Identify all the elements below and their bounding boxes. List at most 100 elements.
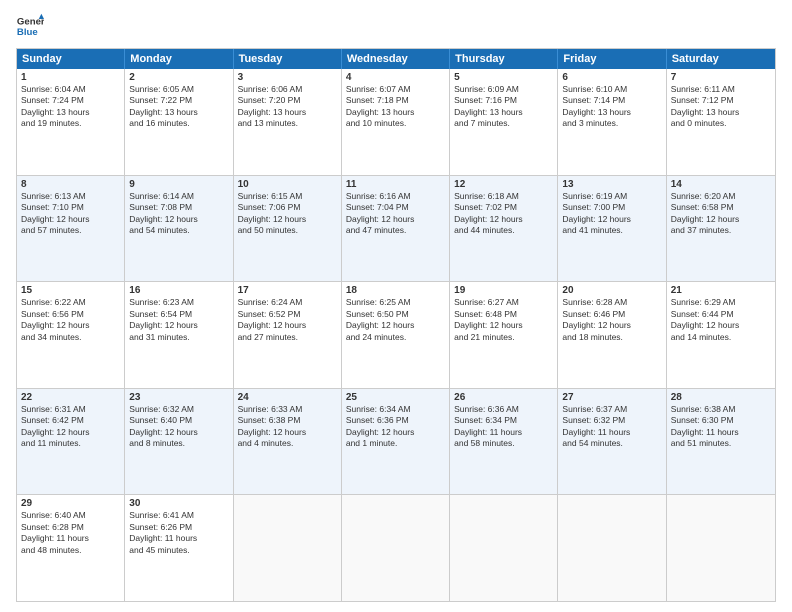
calendar-row-5: 29Sunrise: 6:40 AMSunset: 6:28 PMDayligh… (17, 494, 775, 601)
day-number: 3 (238, 72, 337, 83)
cell-info-line: Sunset: 6:58 PM (671, 202, 771, 213)
day-cell-13: 13Sunrise: 6:19 AMSunset: 7:00 PMDayligh… (558, 176, 666, 282)
day-cell-25: 25Sunrise: 6:34 AMSunset: 6:36 PMDayligh… (342, 389, 450, 495)
empty-cell (667, 495, 775, 601)
cell-info-line: Sunrise: 6:31 AM (21, 404, 120, 415)
day-cell-6: 6Sunrise: 6:10 AMSunset: 7:14 PMDaylight… (558, 69, 666, 175)
day-number: 5 (454, 72, 553, 83)
day-number: 18 (346, 285, 445, 296)
day-number: 26 (454, 392, 553, 403)
empty-cell (342, 495, 450, 601)
cell-info-line: and 16 minutes. (129, 118, 228, 129)
cell-info-line: Sunrise: 6:24 AM (238, 297, 337, 308)
cell-info-line: Sunset: 6:36 PM (346, 415, 445, 426)
cell-info-line: and 54 minutes. (129, 225, 228, 236)
cell-info-line: Sunrise: 6:34 AM (346, 404, 445, 415)
cell-info-line: Daylight: 12 hours (238, 427, 337, 438)
header-cell-monday: Monday (125, 49, 233, 69)
day-number: 27 (562, 392, 661, 403)
day-cell-3: 3Sunrise: 6:06 AMSunset: 7:20 PMDaylight… (234, 69, 342, 175)
cell-info-line: Daylight: 13 hours (21, 107, 120, 118)
cell-info-line: Sunset: 7:24 PM (21, 95, 120, 106)
header-cell-saturday: Saturday (667, 49, 775, 69)
cell-info-line: Daylight: 12 hours (454, 320, 553, 331)
cell-info-line: and 19 minutes. (21, 118, 120, 129)
header-cell-thursday: Thursday (450, 49, 558, 69)
cell-info-line: Daylight: 13 hours (562, 107, 661, 118)
cell-info-line: and 21 minutes. (454, 332, 553, 343)
header-cell-friday: Friday (558, 49, 666, 69)
day-cell-18: 18Sunrise: 6:25 AMSunset: 6:50 PMDayligh… (342, 282, 450, 388)
empty-cell (450, 495, 558, 601)
cell-info-line: Sunrise: 6:32 AM (129, 404, 228, 415)
day-number: 16 (129, 285, 228, 296)
day-number: 13 (562, 179, 661, 190)
cell-info-line: and 18 minutes. (562, 332, 661, 343)
day-number: 8 (21, 179, 120, 190)
cell-info-line: Sunset: 7:18 PM (346, 95, 445, 106)
cell-info-line: Sunset: 6:50 PM (346, 309, 445, 320)
day-number: 12 (454, 179, 553, 190)
cell-info-line: Sunset: 6:30 PM (671, 415, 771, 426)
cell-info-line: Sunrise: 6:20 AM (671, 191, 771, 202)
cell-info-line: Sunrise: 6:38 AM (671, 404, 771, 415)
calendar: SundayMondayTuesdayWednesdayThursdayFrid… (16, 48, 776, 602)
cell-info-line: Sunset: 6:32 PM (562, 415, 661, 426)
cell-info-line: Sunrise: 6:27 AM (454, 297, 553, 308)
cell-info-line: Daylight: 12 hours (346, 320, 445, 331)
day-number: 2 (129, 72, 228, 83)
cell-info-line: Sunset: 6:42 PM (21, 415, 120, 426)
day-number: 9 (129, 179, 228, 190)
header-cell-tuesday: Tuesday (234, 49, 342, 69)
cell-info-line: Sunset: 7:10 PM (21, 202, 120, 213)
cell-info-line: Sunset: 6:28 PM (21, 522, 120, 533)
cell-info-line: and 31 minutes. (129, 332, 228, 343)
day-cell-20: 20Sunrise: 6:28 AMSunset: 6:46 PMDayligh… (558, 282, 666, 388)
calendar-header: SundayMondayTuesdayWednesdayThursdayFrid… (17, 49, 775, 69)
cell-info-line: Sunset: 7:16 PM (454, 95, 553, 106)
day-number: 25 (346, 392, 445, 403)
day-number: 21 (671, 285, 771, 296)
cell-info-line: Sunset: 7:06 PM (238, 202, 337, 213)
cell-info-line: Sunset: 7:04 PM (346, 202, 445, 213)
cell-info-line: Sunrise: 6:07 AM (346, 84, 445, 95)
cell-info-line: Daylight: 12 hours (671, 214, 771, 225)
cell-info-line: and 0 minutes. (671, 118, 771, 129)
cell-info-line: and 8 minutes. (129, 438, 228, 449)
cell-info-line: Sunrise: 6:06 AM (238, 84, 337, 95)
cell-info-line: Sunset: 7:02 PM (454, 202, 553, 213)
cell-info-line: Sunrise: 6:09 AM (454, 84, 553, 95)
calendar-body: 1Sunrise: 6:04 AMSunset: 7:24 PMDaylight… (17, 69, 775, 601)
cell-info-line: Sunset: 7:20 PM (238, 95, 337, 106)
day-cell-7: 7Sunrise: 6:11 AMSunset: 7:12 PMDaylight… (667, 69, 775, 175)
cell-info-line: Daylight: 13 hours (671, 107, 771, 118)
cell-info-line: Sunset: 6:48 PM (454, 309, 553, 320)
cell-info-line: Daylight: 11 hours (671, 427, 771, 438)
cell-info-line: Sunrise: 6:41 AM (129, 510, 228, 521)
cell-info-line: Sunrise: 6:14 AM (129, 191, 228, 202)
cell-info-line: Sunset: 6:46 PM (562, 309, 661, 320)
day-number: 30 (129, 498, 228, 509)
cell-info-line: and 47 minutes. (346, 225, 445, 236)
cell-info-line: Sunrise: 6:29 AM (671, 297, 771, 308)
cell-info-line: Sunrise: 6:18 AM (454, 191, 553, 202)
cell-info-line: and 54 minutes. (562, 438, 661, 449)
cell-info-line: Sunrise: 6:37 AM (562, 404, 661, 415)
header: General Blue (16, 12, 776, 40)
cell-info-line: Daylight: 11 hours (21, 533, 120, 544)
day-cell-12: 12Sunrise: 6:18 AMSunset: 7:02 PMDayligh… (450, 176, 558, 282)
cell-info-line: Sunrise: 6:05 AM (129, 84, 228, 95)
cell-info-line: Sunset: 6:54 PM (129, 309, 228, 320)
cell-info-line: Sunrise: 6:11 AM (671, 84, 771, 95)
day-number: 6 (562, 72, 661, 83)
cell-info-line: Sunrise: 6:40 AM (21, 510, 120, 521)
day-number: 22 (21, 392, 120, 403)
cell-info-line: Sunset: 6:44 PM (671, 309, 771, 320)
day-cell-4: 4Sunrise: 6:07 AMSunset: 7:18 PMDaylight… (342, 69, 450, 175)
cell-info-line: Daylight: 12 hours (129, 320, 228, 331)
cell-info-line: and 51 minutes. (671, 438, 771, 449)
cell-info-line: Sunrise: 6:13 AM (21, 191, 120, 202)
day-number: 15 (21, 285, 120, 296)
day-cell-22: 22Sunrise: 6:31 AMSunset: 6:42 PMDayligh… (17, 389, 125, 495)
cell-info-line: and 41 minutes. (562, 225, 661, 236)
